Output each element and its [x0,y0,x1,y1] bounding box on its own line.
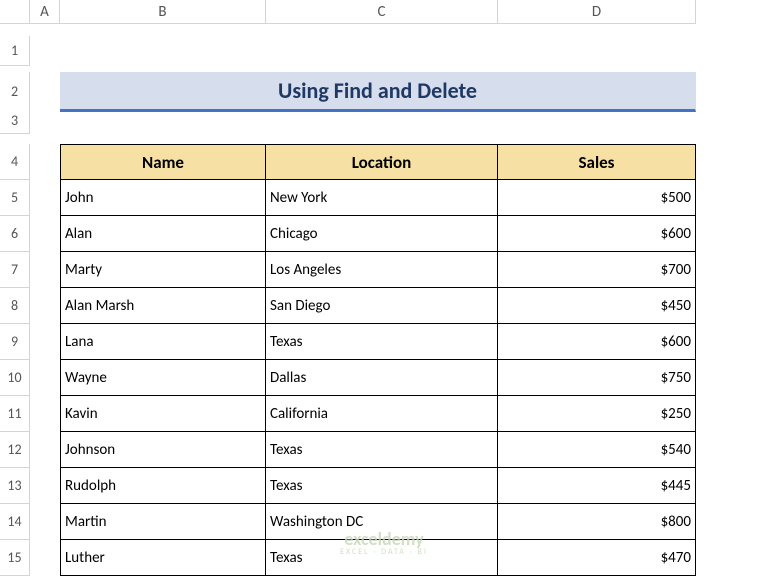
select-all-corner[interactable] [0,0,30,24]
table-cell-name[interactable]: Lana [60,324,266,360]
row-header[interactable]: 10 [0,360,30,396]
cell[interactable] [30,432,60,468]
table-cell-sales[interactable]: $750 [498,360,696,396]
table-cell-sales[interactable]: $600 [498,216,696,252]
table-cell-sales[interactable]: $250 [498,396,696,432]
table-cell-location[interactable]: Texas [266,324,498,360]
table-cell-name[interactable]: Wayne [60,360,266,396]
col-header-d[interactable]: D [498,0,696,24]
table-cell-sales[interactable]: $500 [498,180,696,216]
table-cell-location[interactable]: Dallas [266,360,498,396]
row-header[interactable]: 14 [0,504,30,540]
row-header[interactable]: 7 [0,252,30,288]
table-cell-location[interactable]: San Diego [266,288,498,324]
watermark-tag: EXCEL · DATA · BI [340,548,428,556]
table-cell-location[interactable]: Los Angeles [266,252,498,288]
table-cell-sales[interactable]: $470 [498,540,696,576]
row-header[interactable]: 8 [0,288,30,324]
cell[interactable] [30,540,60,576]
col-header-b[interactable]: B [60,0,266,24]
table-cell-sales[interactable]: $450 [498,288,696,324]
cell[interactable] [30,216,60,252]
row-header[interactable]: 15 [0,540,30,576]
table-cell-name[interactable]: Martin [60,504,266,540]
cell[interactable] [30,288,60,324]
row-header[interactable]: 9 [0,324,30,360]
cell[interactable] [30,252,60,288]
row-header[interactable]: 4 [0,144,30,180]
cell[interactable] [60,36,266,66]
row-header[interactable]: 13 [0,468,30,504]
col-header-c[interactable]: C [266,0,498,24]
watermark: exceldemy EXCEL · DATA · BI [340,530,428,556]
table-cell-sales[interactable]: $700 [498,252,696,288]
row-header[interactable]: 2 [0,72,30,112]
row-header[interactable]: 12 [0,432,30,468]
table-cell-location[interactable]: New York [266,180,498,216]
table-cell-sales[interactable]: $540 [498,432,696,468]
cell[interactable] [30,468,60,504]
cell[interactable] [30,72,60,112]
row-header[interactable]: 5 [0,180,30,216]
cell[interactable] [60,108,266,134]
cell[interactable] [30,396,60,432]
cell[interactable] [30,324,60,360]
table-cell-name[interactable]: John [60,180,266,216]
table-cell-location[interactable]: Texas [266,432,498,468]
row-header[interactable]: 1 [0,36,30,66]
table-cell-location[interactable]: California [266,396,498,432]
cell[interactable] [498,36,696,66]
table-cell-sales[interactable]: $600 [498,324,696,360]
spreadsheet-grid[interactable]: A B C D 1 2 Using Find and Delete 3 4 Na… [0,0,768,576]
table-cell-name[interactable]: Rudolph [60,468,266,504]
table-cell-name[interactable]: Luther [60,540,266,576]
row-header[interactable]: 11 [0,396,30,432]
table-cell-sales[interactable]: $445 [498,468,696,504]
watermark-name: exceldemy [344,530,423,548]
table-cell-location[interactable]: Texas [266,468,498,504]
table-cell-name[interactable]: Kavin [60,396,266,432]
header-sales[interactable]: Sales [498,144,696,180]
header-name[interactable]: Name [60,144,266,180]
cell[interactable] [266,108,498,134]
table-cell-name[interactable]: Alan [60,216,266,252]
row-header[interactable]: 6 [0,216,30,252]
cell[interactable] [30,504,60,540]
header-location[interactable]: Location [266,144,498,180]
cell[interactable] [266,36,498,66]
cell[interactable] [30,144,60,180]
cell[interactable] [30,36,60,66]
table-cell-name[interactable]: Alan Marsh [60,288,266,324]
row-header[interactable]: 3 [0,108,30,134]
cell[interactable] [30,108,60,134]
cell[interactable] [498,108,696,134]
cell[interactable] [30,180,60,216]
col-header-a[interactable]: A [30,0,60,24]
table-cell-name[interactable]: Johnson [60,432,266,468]
table-cell-location[interactable]: Chicago [266,216,498,252]
table-cell-sales[interactable]: $800 [498,504,696,540]
table-cell-name[interactable]: Marty [60,252,266,288]
cell[interactable] [30,360,60,396]
title-cell[interactable]: Using Find and Delete [60,72,696,112]
